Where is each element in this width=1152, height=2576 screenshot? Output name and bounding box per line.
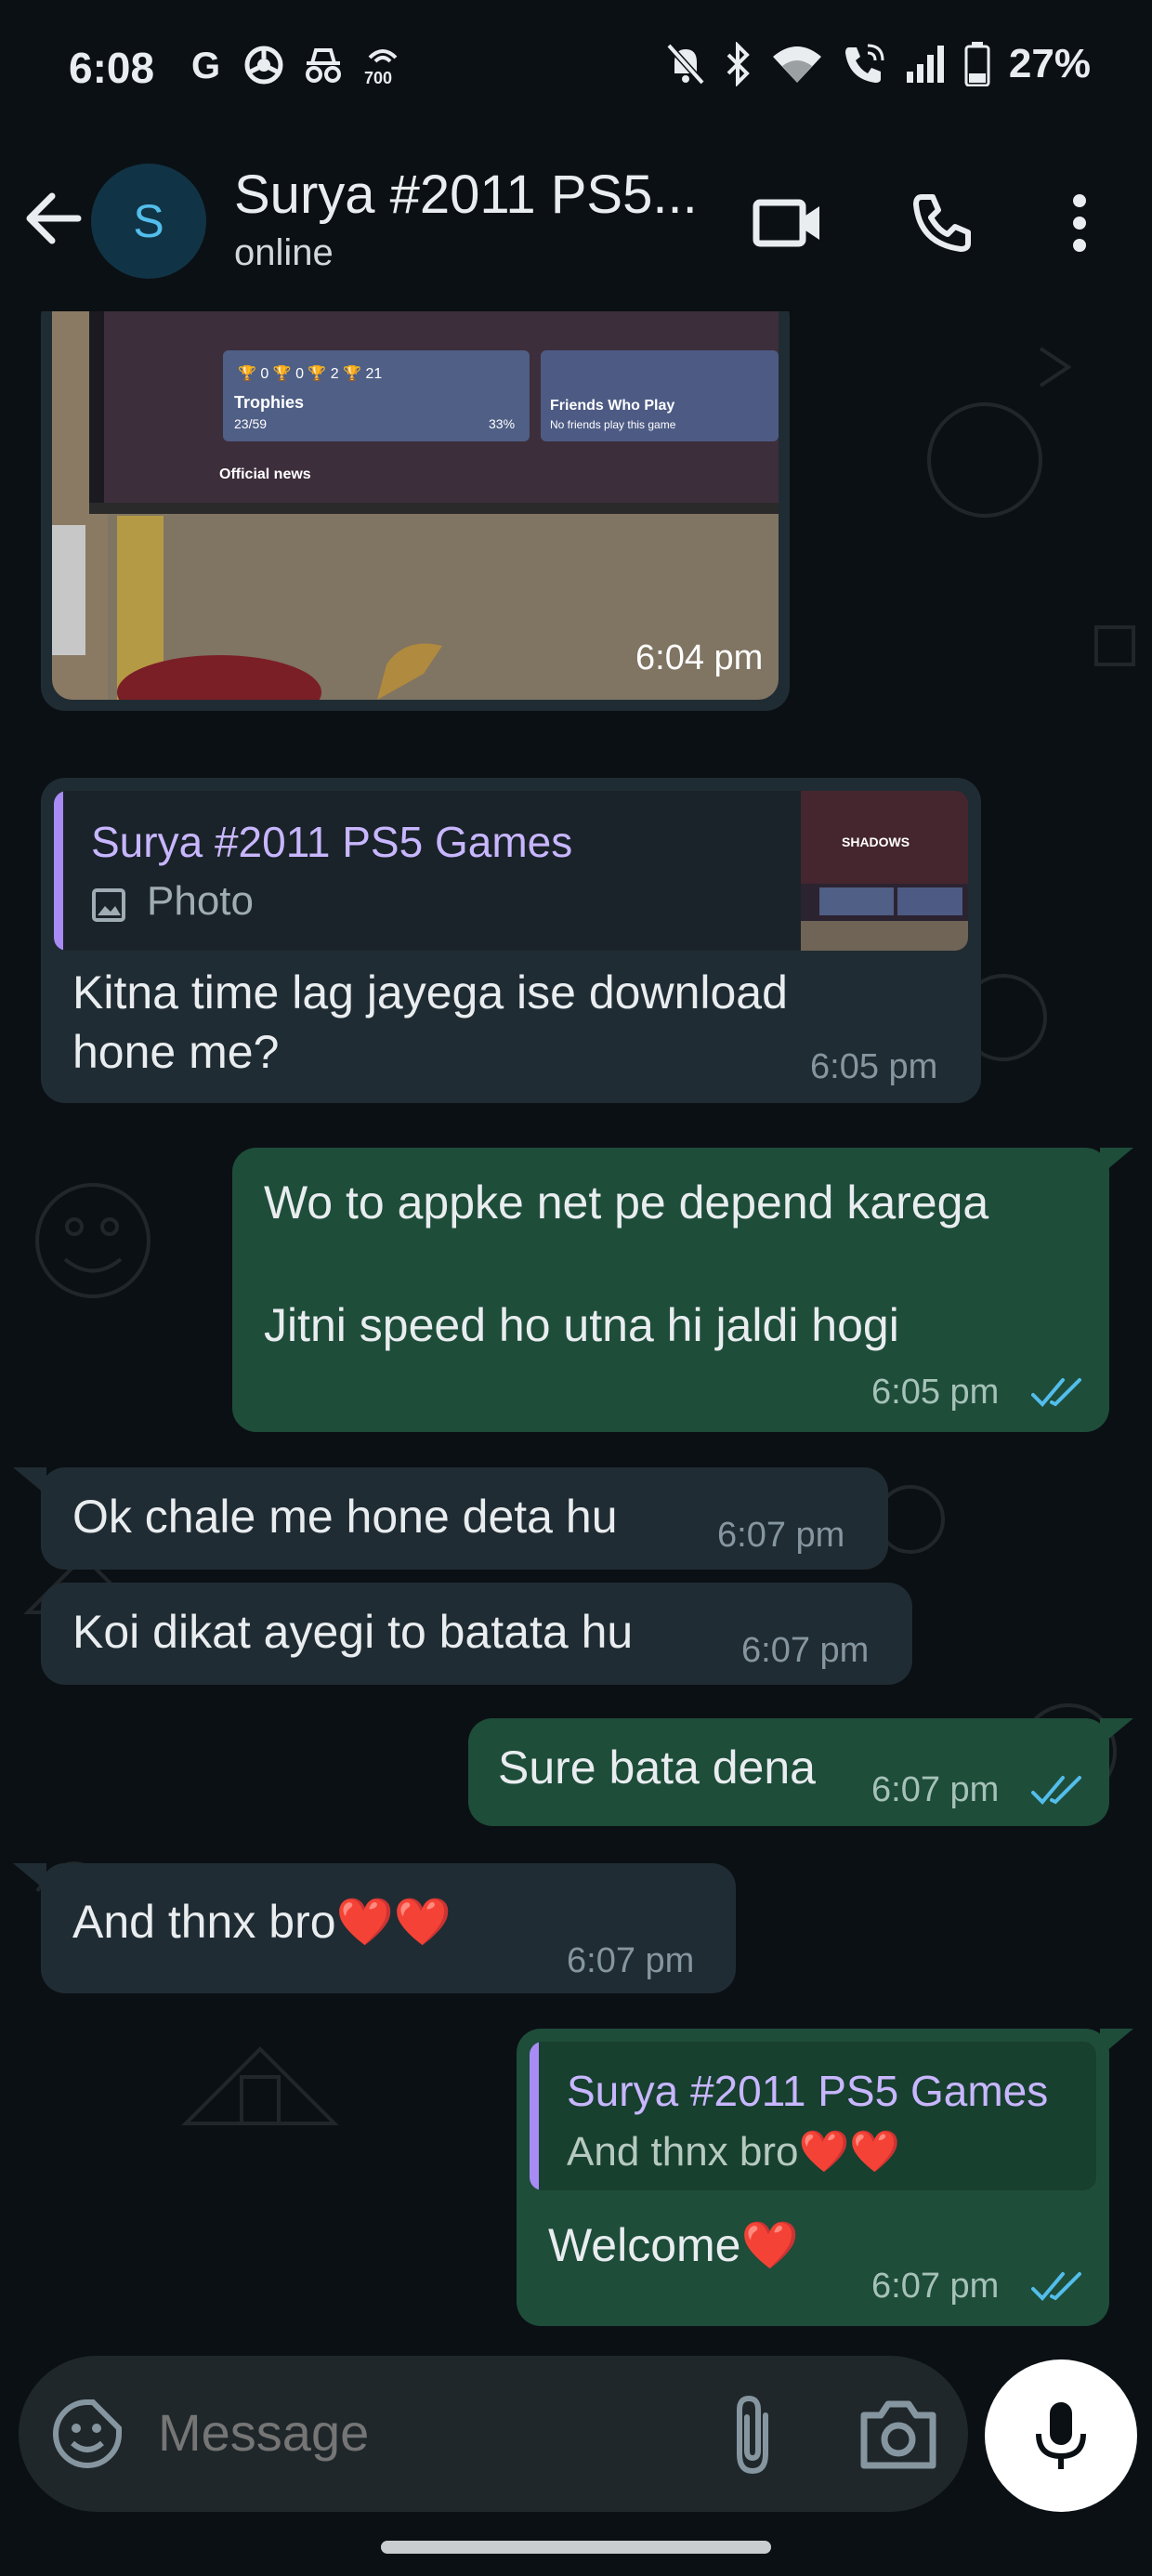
bluetooth-icon: [727, 42, 750, 86]
avatar-letter: S: [133, 195, 164, 247]
message-input-container[interactable]: [19, 2356, 968, 2512]
message-text: And thnx bro❤️❤️: [72, 1896, 452, 1948]
svg-text:G: G: [191, 46, 220, 85]
status-left-icons: G 700: [190, 43, 403, 87]
message-time: 6:04 pm: [635, 638, 764, 677]
message-text: Ok chale me hone deta hu: [72, 1491, 618, 1543]
reply-quote[interactable]: Surya #2011 PS5 Games And thnx bro❤️❤️: [530, 2042, 1096, 2190]
voice-call-button[interactable]: [903, 184, 981, 262]
more-options-button[interactable]: [1041, 184, 1119, 262]
voice-message-button[interactable]: [985, 2359, 1137, 2512]
bubble-tail: [1100, 1148, 1133, 1176]
contact-name[interactable]: Surya #2011 PS5...: [234, 164, 698, 226]
message-time: 6:07 pm: [717, 1516, 845, 1555]
bubble-tail: [13, 1863, 46, 1891]
message-text: Welcome❤️: [548, 2219, 799, 2271]
message-list[interactable]: 🏆 0 🏆 0 🏆 2 🏆 21 Trophies 23/59 33% Frie…: [0, 311, 1152, 2356]
emoji-sticker-icon[interactable]: [50, 2397, 124, 2471]
bubble-tail: [1100, 2029, 1133, 2057]
do-not-disturb-icon: [666, 43, 705, 85]
message-bubble[interactable]: And thnx bro❤️❤️ 6:07 pm: [41, 1863, 736, 1993]
bubble-tail: [1100, 1718, 1133, 1746]
photo-icon: [92, 888, 125, 922]
back-arrow-icon: [26, 192, 82, 244]
message-bubble[interactable]: Wo to appke net pe depend karega Jitni s…: [232, 1148, 1109, 1432]
message-composer: [0, 2356, 1152, 2576]
wifi-calling-icon: [844, 44, 884, 83]
message-time: 6:07 pm: [741, 1631, 870, 1670]
message-bubble[interactable]: Surya #2011 PS5 Games Photo SHADOWS Kitn…: [41, 778, 981, 1103]
more-options-icon: [1073, 194, 1086, 252]
microphone-icon: [1036, 2402, 1086, 2469]
message-time: 6:05 pm: [810, 1047, 938, 1086]
camera-icon[interactable]: [857, 2395, 940, 2473]
message-time: 6:07 pm: [567, 1941, 695, 1980]
read-receipt-icon: [1031, 1776, 1081, 1805]
message-time: 6:07 pm: [871, 2267, 1000, 2306]
image-message[interactable]: 🏆 0 🏆 0 🏆 2 🏆 21 Trophies 23/59 33% Frie…: [41, 311, 790, 711]
photo-trophies-label: Trophies: [234, 393, 304, 412]
message-bubble[interactable]: Sure bata dena 6:07 pm: [468, 1718, 1109, 1826]
photo-friends-title: Friends Who Play: [550, 398, 674, 414]
status-right: 27%: [665, 41, 1091, 87]
photo-trophy-counts: 🏆 0 🏆 0 🏆 2 🏆 21: [238, 364, 382, 382]
bubble-tail: [13, 1467, 46, 1495]
incognito-icon: [306, 48, 341, 83]
contact-status: online: [234, 232, 334, 273]
message-text-line-2: Jitni speed ho utna hi jaldi hogi: [264, 1299, 899, 1351]
message-time: 6:07 pm: [871, 1770, 1000, 1809]
photo-trophies-percent: 33%: [489, 416, 515, 431]
attach-icon[interactable]: [713, 2393, 792, 2477]
reply-preview-text: Photo: [147, 878, 254, 924]
reply-thumbnail: SHADOWS: [801, 791, 968, 951]
read-receipt-icon: [1031, 2272, 1081, 2301]
chrome-icon: [244, 46, 283, 85]
contact-avatar[interactable]: S: [91, 164, 206, 279]
reply-accent-bar: [54, 791, 63, 951]
signal-icon: [906, 46, 944, 83]
reply-sender-name: Surya #2011 PS5 Games: [91, 818, 573, 866]
wifi-icon: [772, 46, 821, 83]
message-text-line-1: Wo to appke net pe depend karega: [264, 1176, 989, 1229]
status-bar: 6:08 G 700 27%: [0, 0, 1152, 139]
video-call-button[interactable]: [749, 184, 827, 262]
photo-friends-sub: No friends play this game: [550, 418, 676, 431]
message-text: Sure bata dena: [498, 1741, 816, 1794]
photo-trophies-progress: 23/59: [234, 416, 267, 431]
message-bubble[interactable]: Ok chale me hone deta hu 6:07 pm: [41, 1467, 888, 1570]
battery-percent: 27%: [1008, 41, 1091, 86]
message-bubble[interactable]: Koi dikat ayegi to batata hu 6:07 pm: [41, 1583, 912, 1685]
google-icon: G: [191, 46, 220, 85]
message-bubble[interactable]: Surya #2011 PS5 Games And thnx bro❤️❤️ W…: [517, 2029, 1109, 2326]
message-time: 6:05 pm: [871, 1373, 1000, 1412]
video-call-icon: [753, 199, 819, 247]
back-button[interactable]: [26, 186, 82, 251]
reply-accent-bar: [530, 2042, 539, 2190]
message-input[interactable]: [158, 2402, 678, 2463]
chat-header: S Surya #2011 PS5... online: [0, 139, 1152, 311]
svg-text:700: 700: [364, 69, 392, 87]
battery-icon: [964, 42, 990, 86]
voice-call-icon: [913, 194, 971, 252]
status-time: 6:08: [69, 44, 155, 92]
home-indicator[interactable]: [381, 2541, 771, 2554]
hotspot-700-icon: 700: [364, 49, 398, 87]
message-text: Koi dikat ayegi to batata hu: [72, 1606, 634, 1658]
photo-news: Official news: [219, 467, 311, 482]
reply-sender-name: Surya #2011 PS5 Games: [567, 2067, 1049, 2115]
reply-quote[interactable]: Surya #2011 PS5 Games Photo SHADOWS: [54, 791, 968, 951]
message-text-line-1: Kitna time lag jayega ise download: [72, 966, 788, 1019]
message-text-line-2: hone me?: [72, 1026, 280, 1078]
reply-preview-text: And thnx bro❤️❤️: [567, 2129, 901, 2175]
thumbnail-title: SHADOWS: [842, 835, 910, 849]
read-receipt-icon: [1031, 1378, 1081, 1407]
